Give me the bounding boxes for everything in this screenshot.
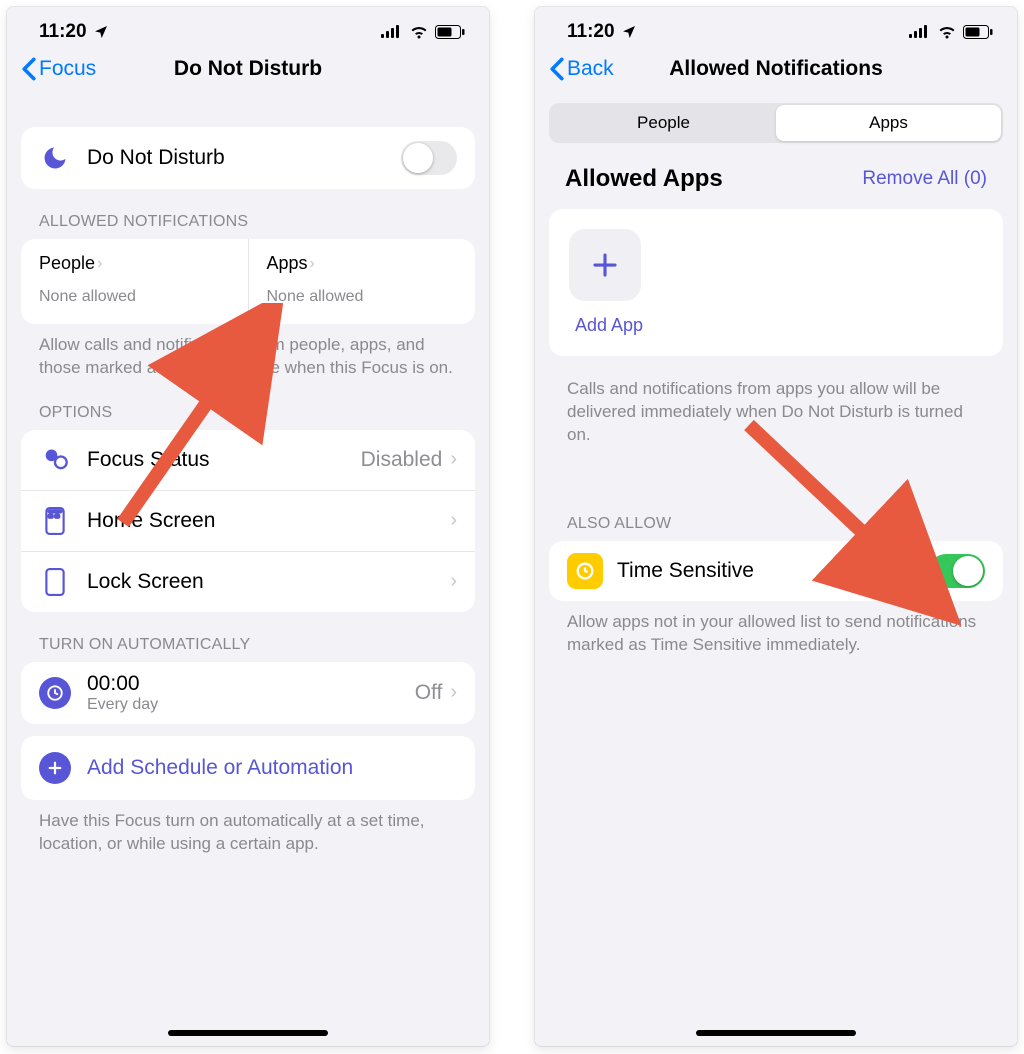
focus-status-icon	[39, 444, 71, 476]
nav-title: Allowed Notifications	[669, 57, 883, 81]
allowed-apps-heading: Allowed Apps	[565, 165, 723, 193]
seg-people[interactable]: People	[551, 105, 776, 141]
battery-icon	[435, 25, 465, 39]
plus-icon	[590, 250, 620, 280]
status-bar: 11:20	[535, 7, 1017, 47]
add-schedule-row[interactable]: Add Schedule or Automation	[21, 736, 475, 800]
chevron-right-icon: ›	[450, 570, 457, 593]
chevron-right-icon: ›	[97, 255, 102, 273]
status-right	[381, 25, 465, 39]
wifi-icon	[409, 25, 429, 39]
time-sensitive-label: Time Sensitive	[617, 559, 929, 583]
allowed-apps-title: Apps	[267, 253, 308, 274]
location-icon	[93, 24, 109, 40]
allowed-apps-cell[interactable]: Apps› None allowed	[248, 239, 476, 324]
allowed-apps-header: Allowed Apps Remove All (0)	[549, 161, 1003, 209]
phone-right: 11:20 Back Allowed Notifications People …	[535, 7, 1017, 1046]
options-card: Focus Status Disabled › Home Screen › Lo…	[21, 430, 475, 612]
add-schedule-label: Add Schedule or Automation	[87, 756, 353, 780]
section-auto-header: Turn On Automatically	[21, 612, 475, 662]
time-sensitive-toggle[interactable]	[929, 554, 985, 588]
ts-footer: Allow apps not in your allowed list to s…	[549, 601, 1003, 657]
nav-back-label: Focus	[39, 57, 96, 81]
home-indicator[interactable]	[168, 1030, 328, 1036]
status-time: 11:20	[39, 21, 87, 43]
chevron-right-icon: ›	[450, 448, 457, 471]
clock-icon	[39, 677, 71, 709]
add-app-label: Add App	[575, 315, 983, 336]
chevron-left-icon	[21, 57, 37, 81]
schedule-card: 00:00 Every day Off ›	[21, 662, 475, 724]
battery-icon	[963, 25, 993, 39]
focus-status-label: Focus Status	[87, 448, 361, 472]
plus-icon	[39, 752, 71, 784]
status-bar: 11:20	[7, 7, 489, 47]
apps-footer: Calls and notifications from apps you al…	[549, 356, 1003, 447]
time-sensitive-row[interactable]: Time Sensitive	[549, 541, 1003, 601]
allowed-people-cell[interactable]: People› None allowed	[21, 239, 248, 324]
time-sensitive-card: Time Sensitive	[549, 541, 1003, 601]
schedule-row[interactable]: 00:00 Every day Off ›	[21, 662, 475, 724]
schedule-text: 00:00 Every day	[87, 672, 415, 714]
time-sensitive-icon	[567, 553, 603, 589]
lock-screen-row[interactable]: Lock Screen ›	[21, 551, 475, 612]
add-app-button[interactable]	[569, 229, 641, 301]
nav-bar: Back Allowed Notifications	[535, 47, 1017, 97]
nav-back-label: Back	[567, 57, 614, 81]
moon-icon	[39, 142, 71, 174]
lock-screen-label: Lock Screen	[87, 570, 450, 594]
lock-screen-icon	[39, 566, 71, 598]
phone-left: 11:20 Focus Do Not Disturb Do Not Distur…	[7, 7, 489, 1046]
allowed-people-sub: None allowed	[39, 288, 230, 306]
section-allowed-header: Allowed Notifications	[21, 189, 475, 239]
chevron-right-icon: ›	[310, 255, 315, 273]
remove-all-button[interactable]: Remove All (0)	[862, 168, 987, 190]
signal-icon	[909, 25, 931, 39]
focus-status-row[interactable]: Focus Status Disabled ›	[21, 430, 475, 490]
allowed-apps-sub: None allowed	[267, 288, 458, 306]
nav-title: Do Not Disturb	[174, 57, 322, 81]
nav-bar: Focus Do Not Disturb	[7, 47, 489, 97]
segmented-control: People Apps	[549, 103, 1003, 143]
status-right	[909, 25, 993, 39]
chevron-right-icon: ›	[450, 509, 457, 532]
dnd-label: Do Not Disturb	[87, 146, 401, 170]
chevron-right-icon: ›	[450, 681, 457, 704]
add-schedule-card: Add Schedule or Automation	[21, 736, 475, 800]
home-screen-icon	[39, 505, 71, 537]
chevron-left-icon	[549, 57, 565, 81]
schedule-sub: Every day	[87, 696, 415, 714]
section-options-header: Options	[21, 380, 475, 430]
dnd-row[interactable]: Do Not Disturb	[21, 127, 475, 189]
auto-footer: Have this Focus turn on automatically at…	[21, 800, 475, 856]
nav-back-button[interactable]: Focus	[21, 57, 96, 81]
allowed-people-title: People	[39, 253, 95, 274]
signal-icon	[381, 25, 403, 39]
nav-back-button[interactable]: Back	[549, 57, 614, 81]
status-time: 11:20	[567, 21, 615, 43]
dnd-toggle[interactable]	[401, 141, 457, 175]
dnd-card: Do Not Disturb	[21, 127, 475, 189]
seg-apps[interactable]: Apps	[776, 105, 1001, 141]
allowed-card: People› None allowed Apps› None allowed	[21, 239, 475, 324]
allowed-footer: Allow calls and notifications from peopl…	[21, 324, 475, 380]
home-indicator[interactable]	[696, 1030, 856, 1036]
wifi-icon	[937, 25, 957, 39]
location-icon	[621, 24, 637, 40]
section-also-header: Also Allow	[549, 447, 1003, 541]
home-screen-row[interactable]: Home Screen ›	[21, 490, 475, 551]
focus-status-value: Disabled	[361, 448, 443, 472]
add-app-card: Add App	[549, 209, 1003, 356]
home-screen-label: Home Screen	[87, 509, 450, 533]
schedule-state: Off	[415, 681, 443, 705]
schedule-time: 00:00	[87, 672, 415, 696]
